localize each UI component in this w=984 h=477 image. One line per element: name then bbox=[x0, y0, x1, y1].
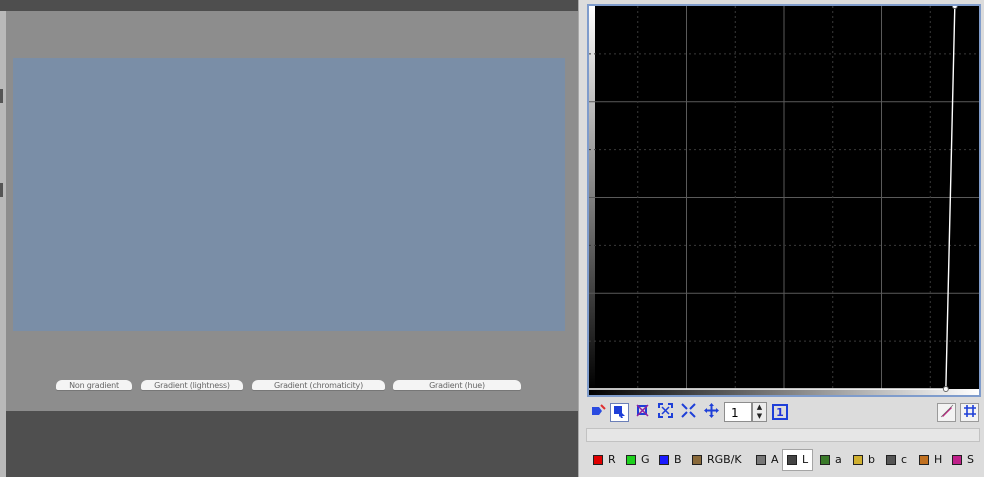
zoom-level-stepper[interactable]: ▲ ▼ bbox=[752, 402, 767, 422]
curve-control-point[interactable] bbox=[942, 386, 949, 392]
channel-tab-l[interactable]: L bbox=[782, 449, 814, 471]
channel-swatch-icon bbox=[886, 455, 896, 465]
grid-icon[interactable] bbox=[960, 403, 979, 422]
reset-zoom-button[interactable]: 1 bbox=[772, 404, 788, 420]
channel-tab-label: G bbox=[641, 453, 650, 466]
channel-tab-c[interactable]: c bbox=[882, 449, 911, 471]
channel-tab-b[interactable]: B bbox=[655, 449, 686, 471]
edge-handle[interactable] bbox=[0, 89, 3, 103]
channel-tab-label: L bbox=[802, 453, 809, 466]
draw-icon[interactable] bbox=[937, 403, 956, 422]
channel-swatch-icon bbox=[626, 455, 636, 465]
channel-tab-label: R bbox=[608, 453, 616, 466]
left-title-bar bbox=[0, 0, 582, 11]
curve-control-point[interactable] bbox=[951, 6, 958, 9]
gradient-lightness-button[interactable]: Gradient (lightness) bbox=[141, 380, 243, 390]
channel-tab-g[interactable]: G bbox=[622, 449, 654, 471]
channel-swatch-icon bbox=[853, 455, 863, 465]
channel-tab-label: a bbox=[835, 453, 842, 466]
channel-swatch-icon bbox=[919, 455, 929, 465]
delete-point-icon[interactable] bbox=[633, 403, 652, 422]
channel-swatch-icon bbox=[952, 455, 962, 465]
left-status-area bbox=[6, 411, 578, 477]
stepper-down-icon[interactable]: ▼ bbox=[753, 412, 766, 421]
channel-tab-rgb-k[interactable]: RGB/K bbox=[688, 449, 746, 471]
channel-tab-b[interactable]: b bbox=[849, 449, 879, 471]
channel-tab-label: S bbox=[967, 453, 974, 466]
curve-status-field bbox=[586, 428, 980, 442]
channel-swatch-icon bbox=[787, 455, 797, 465]
zoom-level-input[interactable]: 1 bbox=[724, 402, 752, 422]
non-gradient-button[interactable]: Non gradient bbox=[56, 380, 132, 390]
channel-swatch-icon bbox=[593, 455, 603, 465]
select-point-icon[interactable] bbox=[610, 403, 629, 422]
channel-tab-r[interactable]: R bbox=[589, 449, 620, 471]
channel-tab-label: c bbox=[901, 453, 908, 466]
channel-swatch-icon bbox=[692, 455, 702, 465]
channel-swatch-icon bbox=[756, 455, 766, 465]
zoom-in-icon[interactable] bbox=[656, 403, 675, 422]
output-gradient-bar bbox=[589, 389, 979, 395]
channel-tab-a[interactable]: a bbox=[816, 449, 846, 471]
channel-tab-label: b bbox=[868, 453, 875, 466]
pan-icon[interactable] bbox=[702, 403, 721, 422]
stepper-up-icon[interactable]: ▲ bbox=[753, 403, 766, 412]
zoom-out-icon[interactable] bbox=[679, 403, 698, 422]
gradient-hue-button[interactable]: Gradient (hue) bbox=[393, 380, 521, 390]
gradient-chromaticity-button[interactable]: Gradient (chromaticity) bbox=[252, 380, 385, 390]
curve-editor[interactable] bbox=[589, 6, 979, 395]
channel-tab-label: RGB/K bbox=[707, 453, 742, 466]
edge-handle[interactable] bbox=[0, 183, 3, 197]
color-preview-swatch bbox=[13, 58, 565, 331]
channel-tab-a[interactable]: A bbox=[752, 449, 783, 471]
channel-swatch-icon bbox=[820, 455, 830, 465]
channel-tab-label: A bbox=[771, 453, 779, 466]
channel-tab-label: B bbox=[674, 453, 682, 466]
channel-tab-h[interactable]: H bbox=[915, 449, 946, 471]
curve-edit-icon[interactable] bbox=[588, 403, 607, 422]
channel-tab-label: H bbox=[934, 453, 943, 466]
channel-swatch-icon bbox=[659, 455, 669, 465]
channel-tab-s[interactable]: S bbox=[948, 449, 978, 471]
